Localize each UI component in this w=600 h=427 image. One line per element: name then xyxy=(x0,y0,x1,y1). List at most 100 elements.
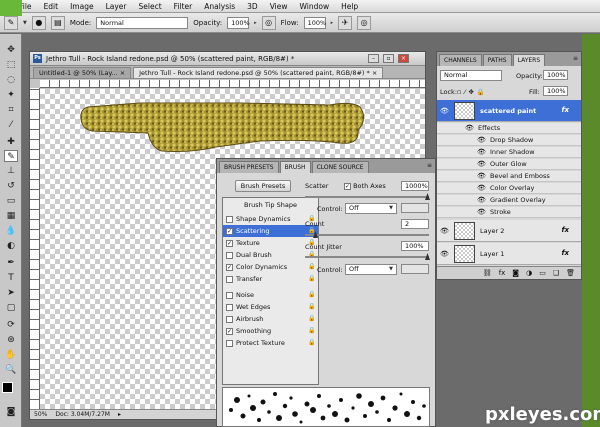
effects-row[interactable]: 👁 Effects xyxy=(437,123,581,134)
zoom-tool-icon[interactable]: 🔍 xyxy=(4,364,18,376)
foreground-color-swatch[interactable] xyxy=(2,382,13,393)
minimize-icon[interactable]: – xyxy=(368,54,379,63)
menu-view[interactable]: View xyxy=(264,2,294,11)
brush-presets-button[interactable]: Brush Presets xyxy=(235,180,291,192)
menu-image[interactable]: Image xyxy=(64,2,100,11)
fx-icon[interactable]: fx xyxy=(561,106,569,114)
gradient-tool-icon[interactable]: ▦ xyxy=(4,210,18,222)
eye-icon[interactable]: 👁 xyxy=(465,124,474,132)
count-slider[interactable] xyxy=(305,234,429,236)
doc-size-info[interactable]: Doc: 3.04M/7.27M xyxy=(55,411,110,418)
fill-input[interactable]: 100% xyxy=(543,86,568,96)
close-icon[interactable]: × xyxy=(398,54,409,63)
clone-stamp-tool-icon[interactable]: ⊥ xyxy=(4,165,18,177)
lock-icon[interactable]: 🔒 xyxy=(308,276,315,282)
quick-select-tool-icon[interactable]: ✦ xyxy=(4,89,18,101)
control2-select[interactable]: Off ▼ xyxy=(345,264,397,275)
checkbox-unchecked[interactable] xyxy=(226,275,233,283)
history-brush-tool-icon[interactable]: ↺ xyxy=(4,180,18,192)
eye-icon[interactable]: 👁 xyxy=(477,208,486,216)
menu-analysis[interactable]: Analysis xyxy=(198,2,241,11)
brush-picker-icon[interactable]: ● xyxy=(31,15,46,30)
menu-edit[interactable]: Edit xyxy=(38,2,65,11)
opacity-chevron-icon[interactable]: ▸ xyxy=(254,20,257,26)
hand-tool-icon[interactable]: ✋ xyxy=(4,349,18,361)
tab-channels[interactable]: CHANNELS xyxy=(439,54,482,66)
tablet-pressure-opacity-icon[interactable]: ◎ xyxy=(261,15,276,30)
brush-tool-icon[interactable]: ✎ xyxy=(4,150,18,162)
3d-orbit-tool-icon[interactable]: ⊛ xyxy=(4,334,18,346)
both-axes-checkbox[interactable]: ✓ Both Axes xyxy=(344,182,386,190)
brush-setting-smoothing[interactable]: ✓ Smoothing 🔒 xyxy=(223,325,318,337)
lasso-tool-icon[interactable]: ◌ xyxy=(4,74,18,86)
mode-select[interactable]: Normal xyxy=(96,16,189,29)
airbrush-icon[interactable]: ✈ xyxy=(338,15,353,30)
adjustment-layer-icon[interactable]: ◑ xyxy=(526,269,532,277)
tab-clone-source[interactable]: CLONE SOURCE xyxy=(311,161,369,173)
checkbox-unchecked[interactable] xyxy=(226,303,233,311)
checkbox-unchecked[interactable] xyxy=(226,215,233,223)
panel-menu-icon[interactable]: ≡ xyxy=(427,162,432,169)
lock-icon[interactable]: 🔒 xyxy=(308,264,315,270)
effect-gradient-overlay[interactable]: 👁 Gradient Overlay xyxy=(437,195,581,206)
brush-setting-wet-edges[interactable]: Wet Edges 🔒 xyxy=(223,301,318,313)
layer-row-layer-1[interactable]: 👁 Layer 1 fx xyxy=(437,243,581,265)
effect-drop-shadow[interactable]: 👁 Drop Shadow xyxy=(437,135,581,146)
status-chevron-icon[interactable]: ▸ xyxy=(118,411,121,418)
path-select-tool-icon[interactable]: ➤ xyxy=(4,287,18,299)
eye-icon[interactable]: 👁 xyxy=(477,172,486,180)
brush-setting-transfer[interactable]: Transfer 🔒 xyxy=(223,273,318,285)
shape-tool-icon[interactable]: ▢ xyxy=(4,302,18,314)
effect-color-overlay[interactable]: 👁 Color Overlay xyxy=(437,183,581,194)
lock-options-icon[interactable]: ▫⁄✥🔒 xyxy=(457,88,488,96)
menu-layer[interactable]: Layer xyxy=(100,2,133,11)
menu-select[interactable]: Select xyxy=(133,2,168,11)
quick-mask-icon[interactable]: ◙ xyxy=(4,406,18,418)
new-layer-icon[interactable]: ❑ xyxy=(553,269,559,277)
control-select[interactable]: Off ▼ xyxy=(345,203,397,214)
checkbox-checked[interactable]: ✓ xyxy=(344,182,351,190)
brush-setting-dual-brush[interactable]: Dual Brush 🔒 xyxy=(223,249,318,261)
blend-mode-select[interactable]: Normal xyxy=(440,70,502,81)
menu-window[interactable]: Window xyxy=(294,2,336,11)
flow-chevron-icon[interactable]: ▸ xyxy=(331,20,334,26)
brush-tool-preset-icon[interactable]: ✎ xyxy=(4,15,18,30)
eye-icon[interactable]: 👁 xyxy=(440,250,449,258)
toggle-brush-panel-icon[interactable]: ▤ xyxy=(50,15,65,30)
checkbox-checked[interactable]: ✓ xyxy=(226,327,233,335)
eye-icon[interactable]: 👁 xyxy=(440,107,449,115)
close-tab-icon[interactable]: × xyxy=(372,69,377,77)
crop-tool-icon[interactable]: ⌗ xyxy=(4,104,18,116)
close-tab-icon[interactable]: × xyxy=(120,69,125,77)
tab-paths[interactable]: PATHS xyxy=(482,54,512,66)
restore-icon[interactable]: ▫ xyxy=(383,54,394,63)
checkbox-unchecked[interactable] xyxy=(226,315,233,323)
menu-filter[interactable]: Filter xyxy=(168,2,199,11)
dodge-tool-icon[interactable]: ◐ xyxy=(4,240,18,252)
menu-help[interactable]: Help xyxy=(335,2,364,11)
lock-icon[interactable]: 🔒 xyxy=(308,316,315,322)
flow-input[interactable]: 100% xyxy=(303,16,326,29)
layer-opacity-input[interactable]: 100% xyxy=(543,70,568,80)
type-tool-icon[interactable]: T xyxy=(4,272,18,284)
brush-setting-protect-texture[interactable]: Protect Texture 🔒 xyxy=(223,337,318,349)
eraser-tool-icon[interactable]: ▭ xyxy=(4,195,18,207)
brush-setting-color-dynamics[interactable]: ✓ Color Dynamics 🔒 xyxy=(223,261,318,273)
lock-icon[interactable]: 🔒 xyxy=(308,292,315,298)
trash-icon[interactable]: 🗑 xyxy=(566,269,575,277)
lock-icon[interactable]: 🔒 xyxy=(308,328,315,334)
3d-rotate-tool-icon[interactable]: ⟳ xyxy=(4,319,18,331)
panel-menu-icon[interactable]: ≡ xyxy=(573,55,578,62)
add-mask-icon[interactable]: ◙ xyxy=(512,269,519,277)
layer-row-scattered-paint[interactable]: 👁 scattered paint fx xyxy=(437,100,581,122)
tab-brush-presets[interactable]: BRUSH PRESETS xyxy=(219,161,279,173)
eye-icon[interactable]: 👁 xyxy=(440,227,449,235)
eye-icon[interactable]: 👁 xyxy=(477,160,486,168)
scatter-slider[interactable] xyxy=(305,196,429,198)
lock-icon[interactable]: 🔒 xyxy=(308,340,315,346)
new-group-icon[interactable]: ▭ xyxy=(539,269,546,277)
vertical-ruler[interactable] xyxy=(30,88,40,409)
eye-icon[interactable]: 👁 xyxy=(477,196,486,204)
tab-jethro-tull[interactable]: Jethro Tull - Rock Island redone.psd @ 5… xyxy=(133,67,384,78)
tablet-pressure-size-icon[interactable]: ◎ xyxy=(357,15,372,30)
